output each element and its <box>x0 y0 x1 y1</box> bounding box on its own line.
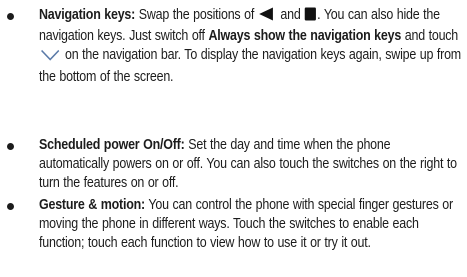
back-triangle-icon <box>258 7 277 27</box>
term-label: Navigation keys: <box>39 7 136 23</box>
list-item-text: Navigation keys: Swap the positions of a… <box>39 7 461 85</box>
term-label: Gesture & motion: <box>39 197 145 213</box>
list-item-text: Gesture & motion: You can control the ph… <box>39 197 453 252</box>
setting-name: Always show the navigation keys <box>208 28 402 45</box>
chevron-down-icon <box>39 48 61 67</box>
bullet <box>7 143 14 150</box>
document-page: Navigation keys: Swap the positions of a… <box>0 0 467 277</box>
square-key-icon <box>304 7 317 27</box>
list-item-text: Scheduled power On/Off: Set the day and … <box>39 137 457 192</box>
bullet <box>7 13 14 20</box>
bullet <box>7 203 14 210</box>
term-label: Scheduled power On/Off: <box>39 137 185 153</box>
